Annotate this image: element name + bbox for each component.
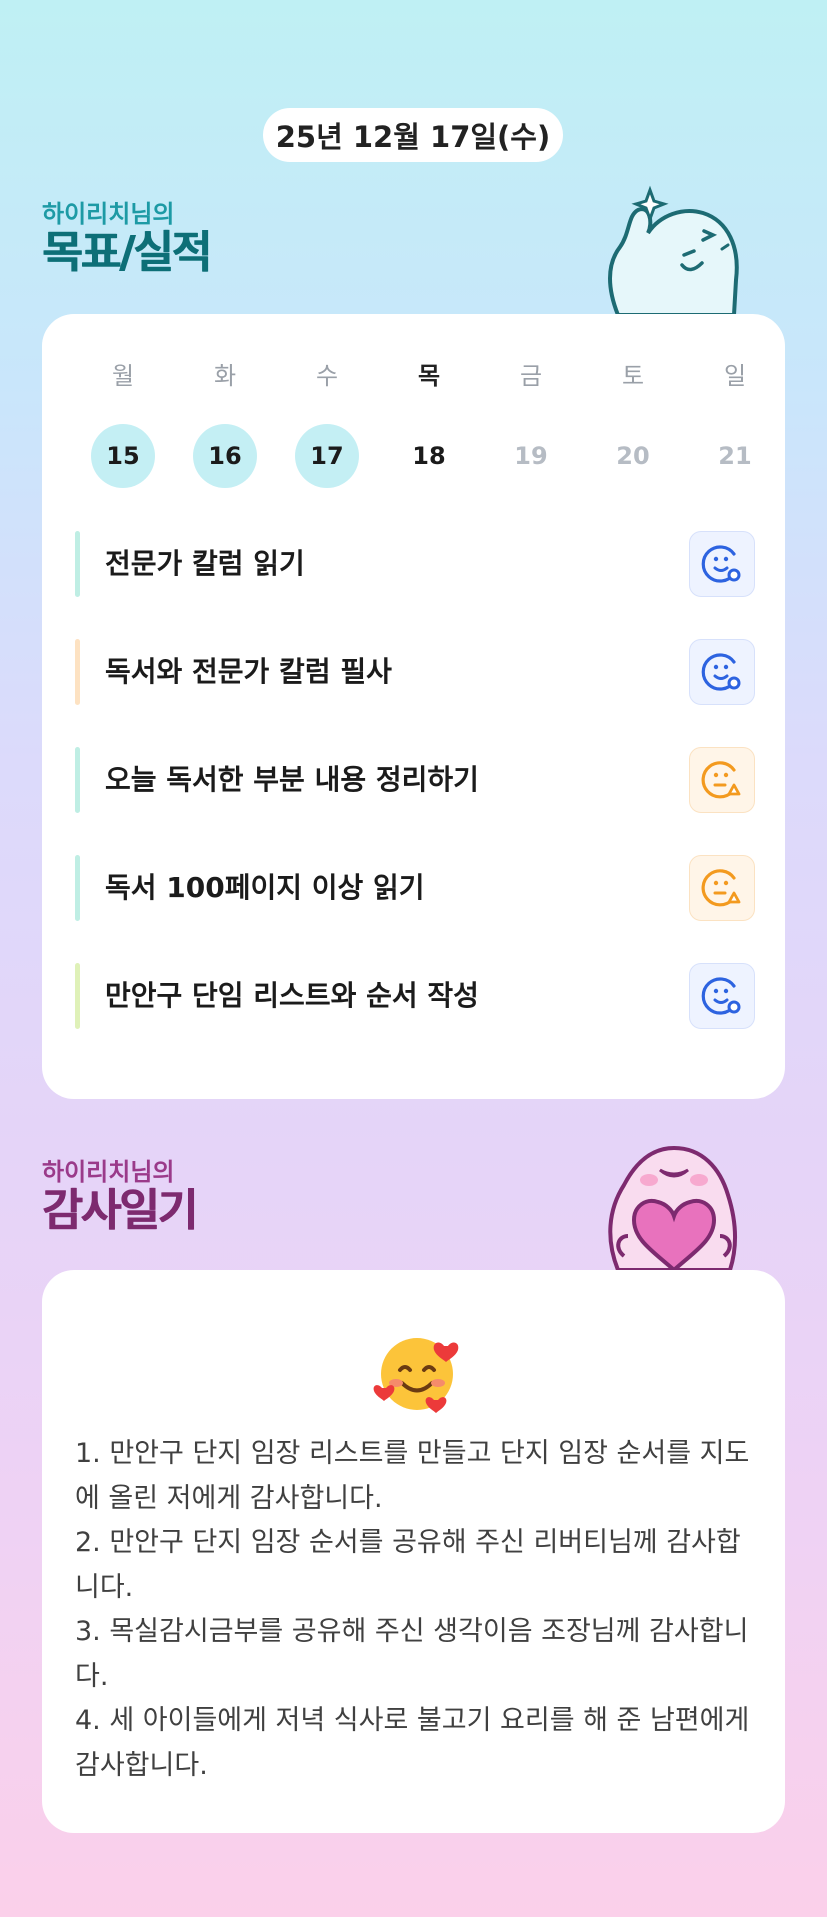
diary-entry: 1. 만안구 단지 임장 리스트를 만들고 단지 임장 순서를 지도에 올린 저… [75, 1438, 750, 1514]
goals-title: 목표/실적 [42, 227, 212, 278]
weekday-label: 수 [315, 362, 339, 390]
date-cell[interactable]: 16 [174, 424, 276, 488]
goal-item[interactable]: 독서와 전문가 칼럼 필사 [75, 639, 755, 705]
diary-entry: 2. 만안구 단지 임장 순서를 공유해 주신 리버티님께 감사합니다. [75, 1527, 741, 1603]
status-badge[interactable] [689, 963, 755, 1029]
weekday-label: 목 [417, 362, 441, 390]
heart-mascot-icon [608, 1145, 738, 1270]
diary-text: 1. 만안구 단지 임장 리스트를 만들고 단지 임장 순서를 지도에 올린 저… [75, 1432, 755, 1788]
date-cell[interactable]: 20 [582, 424, 684, 488]
sparkle-mascot-icon [608, 185, 739, 315]
diary-entry: 4. 세 아이들에게 저녁 식사로 불고기 요리를 해 준 남편에게 감사합니다… [75, 1705, 750, 1781]
date-pill: 25년 12월 17일(수) [263, 108, 563, 162]
goal-list: 전문가 칼럼 읽기 독서와 전문가 칼럼 필사 오늘 독서한 부분 내용 정리하… [75, 531, 755, 1071]
diary-card: 1. 만안구 단지 임장 리스트를 만들고 단지 임장 순서를 지도에 올린 저… [42, 1270, 785, 1833]
diary-title: 감사일기 [42, 1185, 198, 1236]
weekday-label: 금 [519, 362, 543, 390]
goals-section-title: 하이리치님의 목표/실적 [42, 200, 212, 278]
goal-bar [75, 531, 80, 597]
date-cell[interactable]: 18 [378, 424, 480, 488]
goal-item[interactable]: 독서 100페이지 이상 읽기 [75, 855, 755, 921]
goal-label: 만안구 단임 리스트와 순서 작성 [105, 979, 479, 1012]
neutral-triangle-icon [701, 761, 741, 799]
date-cell[interactable]: 19 [480, 424, 582, 488]
goal-item[interactable]: 전문가 칼럼 읽기 [75, 531, 755, 597]
goal-label: 독서 100페이지 이상 읽기 [105, 871, 425, 904]
goals-subtitle: 하이리치님의 [42, 200, 175, 228]
goal-item[interactable]: 만안구 단임 리스트와 순서 작성 [75, 963, 755, 1029]
date-cell[interactable]: 17 [276, 424, 378, 488]
goal-bar [75, 747, 80, 813]
smile-check-icon [701, 653, 741, 691]
status-badge[interactable] [689, 747, 755, 813]
diary-section-title: 하이리치님의 감사일기 [42, 1158, 198, 1236]
weekday-label: 월 [111, 362, 135, 390]
goal-label: 오늘 독서한 부분 내용 정리하기 [105, 763, 479, 796]
goal-label: 독서와 전문가 칼럼 필사 [105, 655, 392, 688]
smiling-face-with-hearts-icon [373, 1338, 459, 1413]
goal-bar [75, 963, 80, 1029]
week-calendar: 월 화 수 목 금 토 일 15 16 17 18 19 20 21 [72, 358, 755, 488]
date-cell[interactable]: 21 [684, 424, 786, 488]
status-badge[interactable] [689, 639, 755, 705]
neutral-triangle-icon [701, 869, 741, 907]
goal-label: 전문가 칼럼 읽기 [105, 547, 305, 580]
goals-card: 월 화 수 목 금 토 일 15 16 17 18 19 20 21 전문가 칼… [42, 314, 785, 1099]
weekday-label: 일 [723, 362, 747, 390]
smile-check-icon [701, 545, 741, 583]
goal-item[interactable]: 오늘 독서한 부분 내용 정리하기 [75, 747, 755, 813]
smile-check-icon [701, 977, 741, 1015]
diary-entry: 3. 목실감시금부를 공유해 주신 생각이음 조장님께 감사합니다. [75, 1616, 749, 1692]
goal-bar [75, 855, 80, 921]
date-cell[interactable]: 15 [72, 424, 174, 488]
weekday-label: 화 [213, 362, 237, 390]
goal-bar [75, 639, 80, 705]
weekday-label: 토 [621, 362, 645, 390]
diary-subtitle: 하이리치님의 [42, 1158, 175, 1186]
status-badge[interactable] [689, 531, 755, 597]
status-badge[interactable] [689, 855, 755, 921]
